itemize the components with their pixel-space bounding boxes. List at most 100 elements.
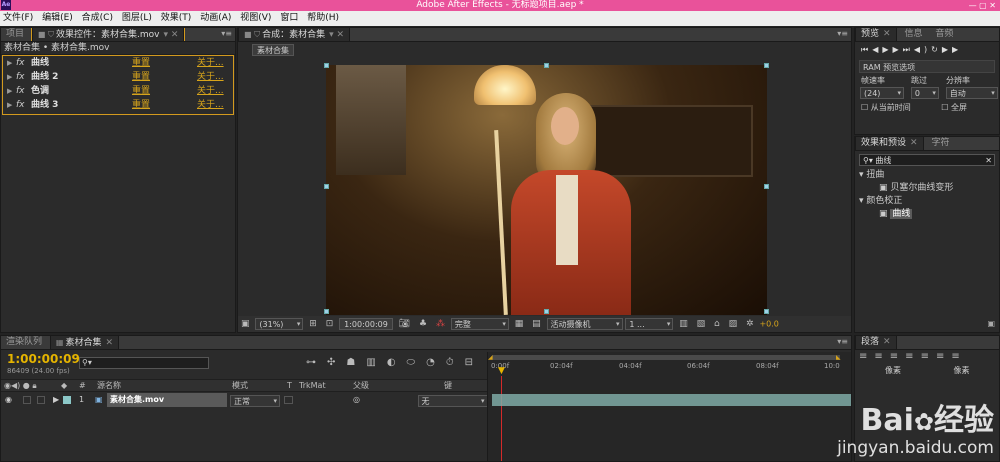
eye-icon[interactable]: ◉ [5, 393, 12, 407]
hide-shy-icon[interactable]: ☗ [346, 357, 366, 368]
timeline-search-input[interactable]: ⚲▾ [79, 357, 209, 369]
expand-triangle-icon[interactable]: ▶ [7, 84, 12, 98]
parent-dropdown[interactable]: 无 [417, 394, 488, 407]
camera-dropdown[interactable]: 活动摄像机 [546, 318, 623, 330]
menu-file[interactable]: 文件(F) [3, 13, 33, 23]
close-icon[interactable]: ✕ [883, 29, 891, 39]
reset-link[interactable]: 重置 [132, 98, 150, 112]
about-link[interactable]: 关于... [197, 70, 224, 84]
prev-frame-icon[interactable]: ◀ [872, 45, 882, 54]
layer-name[interactable]: 素材合集.mov [107, 393, 227, 407]
justify-right-icon[interactable]: ≡ [936, 351, 951, 362]
tab-info[interactable]: 信息 [899, 28, 927, 41]
transform-handle[interactable] [544, 63, 549, 68]
new-folder-icon[interactable]: ▣ [987, 319, 995, 328]
work-area-end-handle[interactable]: ◣ [836, 354, 841, 361]
fast-preview-icon[interactable]: ▤ [532, 319, 541, 329]
next-frame-icon[interactable]: ▶ [893, 45, 903, 54]
snapshot-icon[interactable]: 📷︎ [399, 319, 410, 329]
exposure-value[interactable]: +0.0 [759, 320, 778, 329]
justify-all-icon[interactable]: ≡ [951, 351, 966, 362]
comp-subtab[interactable]: 素材合集 [252, 44, 294, 56]
close-icon[interactable]: ▾ ✕ [329, 30, 344, 40]
align-center-icon[interactable]: ≡ [874, 351, 889, 362]
menu-effect[interactable]: 效果(T) [161, 13, 192, 23]
region-icon[interactable]: ⊡ [326, 319, 334, 329]
show-snapshot-icon[interactable]: ♣ [419, 319, 427, 329]
tab-project[interactable]: 项目 [1, 28, 29, 41]
frame-blend-icon[interactable]: ▥ [366, 357, 386, 368]
tab-comp-timeline[interactable]: ▦ 素材合集 ✕ [49, 336, 120, 349]
menu-window[interactable]: 窗口 [280, 13, 298, 23]
transparency-grid-icon[interactable]: ▦ [515, 319, 524, 329]
clear-search-icon[interactable]: ✕ [985, 155, 992, 166]
tab-composition[interactable]: ■ ⛉ 合成：素材合集 ▾ ✕ [238, 28, 351, 41]
expand-triangle-icon[interactable]: ▶ [7, 56, 12, 70]
layer-controls-icon[interactable]: ⌂ [714, 319, 720, 329]
tab-render-queue[interactable]: 渲染队列 [1, 336, 47, 349]
transform-handle[interactable] [764, 63, 769, 68]
menu-view[interactable]: 视图(V) [240, 13, 271, 23]
effect-row[interactable]: ▶ fx 曲线 重置 关于... [3, 56, 233, 70]
first-frame-icon[interactable]: ⏮ [861, 45, 872, 54]
reset-link[interactable]: 重置 [132, 84, 150, 98]
views-dropdown[interactable]: 1 ... [625, 318, 674, 330]
tree-category[interactable]: ▾ 扭曲 [855, 169, 999, 182]
col-source-name[interactable]: 源名称 [97, 380, 121, 392]
current-time-indicator[interactable] [501, 376, 502, 461]
fx-icon[interactable]: fx [16, 84, 25, 98]
channel-icon[interactable]: ⁂ [436, 319, 445, 329]
layer-mode-dropdown[interactable]: 正常 [230, 394, 280, 407]
about-link[interactable]: 关于... [197, 98, 224, 112]
quality-dropdown[interactable]: 完整 [450, 318, 509, 330]
layer-row[interactable]: ◉ ▶ 1 ▣ 素材合集.mov 正常 ◎ 无 [1, 393, 488, 407]
skip-dropdown[interactable]: 0 [910, 87, 939, 99]
solo-switch[interactable] [37, 396, 45, 404]
expand-triangle-icon[interactable]: ▶ [53, 393, 59, 407]
tab-audio[interactable]: 音频 [930, 28, 958, 41]
preserve-transparency-toggle[interactable] [284, 396, 293, 404]
audio-switch[interactable] [23, 396, 31, 404]
menu-help[interactable]: 帮助(H) [307, 13, 339, 23]
always-preview-icon[interactable]: ▣ [241, 319, 250, 329]
close-icon[interactable]: ▾ ✕ [163, 30, 178, 40]
effects-search[interactable]: ⚲▾ 曲线 ✕ [859, 154, 995, 166]
timeline-icon[interactable]: ▨ [729, 319, 738, 329]
align-right-icon[interactable]: ≡ [890, 351, 905, 362]
work-area-bar[interactable] [492, 355, 840, 360]
close-icon[interactable]: ✕ [883, 337, 891, 347]
justify-center-icon[interactable]: ≡ [921, 351, 936, 362]
tab-effects-presets[interactable]: 效果和预设 ✕ [855, 137, 924, 150]
footage-frame[interactable] [326, 65, 767, 315]
tab-paragraph[interactable]: 段落 ✕ [855, 336, 897, 349]
col-mode[interactable]: 模式 [232, 380, 248, 392]
playhead-marker-icon[interactable]: ▼ [498, 366, 505, 376]
pickwhip-icon[interactable]: ◎ [353, 393, 360, 407]
flowchart-icon[interactable]: ▧ [697, 319, 706, 329]
play-icon[interactable]: ▶ [882, 45, 892, 54]
transform-handle[interactable] [764, 309, 769, 314]
safe-margins-icon[interactable]: ⊞ [309, 319, 317, 329]
effect-row[interactable]: ▶ fx 曲线 3 重置 关于... [3, 98, 233, 112]
toggle-pixel-icon[interactable]: ▥ [679, 319, 688, 329]
label-color-swatch[interactable] [63, 396, 71, 404]
timeline-graph[interactable]: ◢ ◣ 0:00f 02:04f 04:04f 06:04f 08:04f 10… [487, 352, 851, 461]
layer-duration-bar[interactable] [492, 394, 851, 406]
viewer-area[interactable] [238, 61, 851, 315]
tab-effect-controls[interactable]: ■ ⛉ 效果控件：素材合集.mov ▾ ✕ [30, 28, 186, 41]
tree-category[interactable]: ▾ 颜色校正 [855, 195, 999, 208]
close-icon[interactable]: ✕ [105, 338, 113, 348]
zoom-dropdown[interactable]: (31%) [255, 318, 304, 330]
menu-edit[interactable]: 编辑(E) [42, 13, 73, 23]
tab-preview[interactable]: 预览 ✕ [855, 28, 897, 41]
transform-handle[interactable] [324, 309, 329, 314]
exposure-icon[interactable]: ✲ [746, 319, 754, 329]
resolution-dropdown[interactable]: 自动 [945, 87, 998, 99]
auto-keyframe-icon[interactable]: ⏱ [446, 357, 465, 368]
lock-all-icon[interactable]: ⊟ [465, 357, 484, 368]
transform-handle[interactable] [324, 184, 329, 189]
panel-menu-icon[interactable]: ▾≡ [221, 29, 232, 38]
fullscreen-checkbox[interactable]: ☐ 全屏 [941, 103, 967, 112]
transform-handle[interactable] [544, 309, 549, 314]
align-left-icon[interactable]: ≡ [859, 351, 874, 362]
